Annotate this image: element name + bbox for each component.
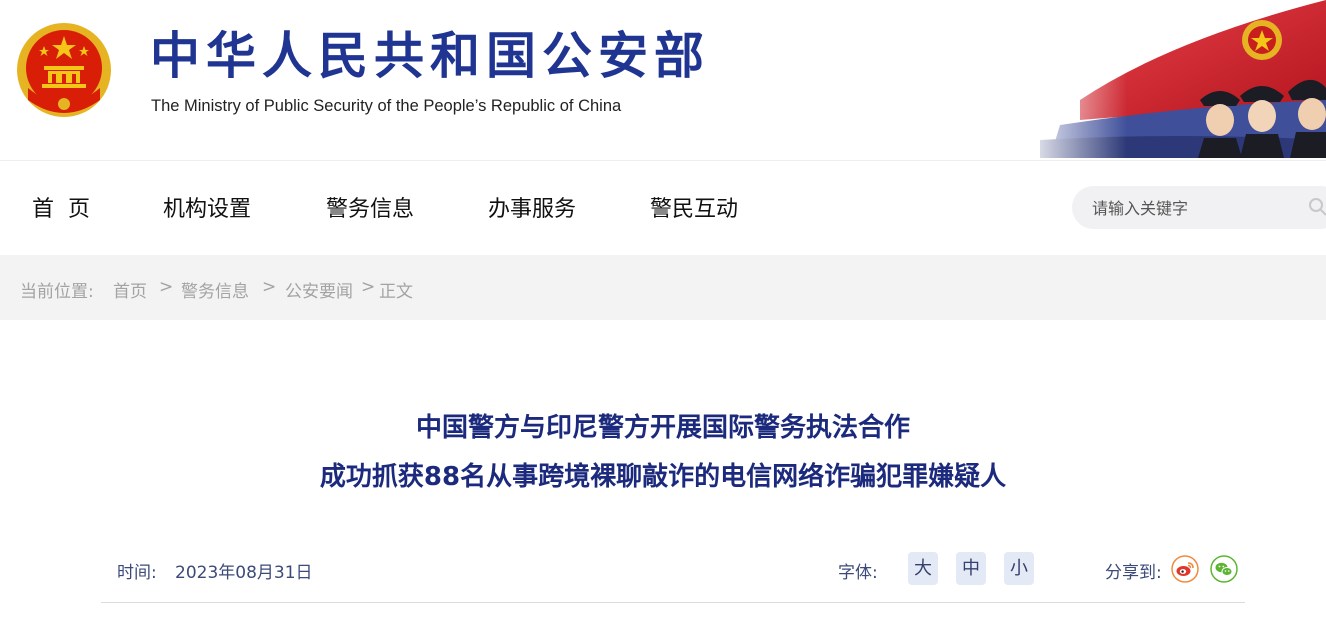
breadcrumb-current: 正文 bbox=[379, 282, 413, 302]
share-label: 分享到: bbox=[1105, 563, 1162, 583]
time-label: 时间: bbox=[117, 563, 157, 583]
article-title-line1: 中国警方与印尼警方开展国际警务执法合作 bbox=[415, 413, 910, 443]
search-icon[interactable] bbox=[1308, 197, 1326, 217]
breadcrumb-prefix: 当前位置: bbox=[20, 282, 94, 302]
publish-date: 2023年08月31日 bbox=[175, 563, 313, 583]
police-flag-banner-icon bbox=[1020, 0, 1326, 158]
site-header: 中华人民共和国公安部 The Ministry of Public Securi… bbox=[0, 0, 1326, 158]
font-size-large-button[interactable]: 大 bbox=[908, 552, 938, 585]
breadcrumb-home[interactable]: 首页 bbox=[113, 277, 147, 302]
nav-item-services[interactable]: 办事服务 bbox=[488, 191, 576, 223]
font-size-small-button[interactable]: 小 bbox=[1004, 552, 1034, 585]
main-nav: 首 页 机构设置 警务信息 办事服务 警民互动 bbox=[0, 160, 1326, 255]
nav-item-police-info[interactable]: 警务信息 bbox=[326, 191, 414, 223]
search-input[interactable] bbox=[1090, 196, 1294, 220]
weibo-icon[interactable] bbox=[1171, 555, 1199, 583]
breadcrumb-separator: > bbox=[361, 277, 376, 297]
search-box bbox=[1072, 186, 1326, 229]
nav-item-organization[interactable]: 机构设置 bbox=[163, 191, 251, 223]
breadcrumb: 当前位置: 首页 > 警务信息 > 公安要闻 > 正文 bbox=[0, 255, 1326, 320]
nav-item-home[interactable]: 首 页 bbox=[32, 191, 90, 223]
national-emblem-icon[interactable] bbox=[14, 18, 114, 122]
breadcrumb-police-info[interactable]: 警务信息 bbox=[181, 277, 249, 302]
nav-item-interaction[interactable]: 警民互动 bbox=[650, 191, 738, 223]
article-title-line2: 成功抓获88名从事跨境裸聊敲诈的电信网络诈骗犯罪嫌疑人 bbox=[319, 462, 1007, 492]
site-title-cn: 中华人民共和国公安部 bbox=[150, 27, 710, 85]
breadcrumb-separator: > bbox=[262, 277, 277, 297]
wechat-icon[interactable] bbox=[1210, 555, 1238, 583]
breadcrumb-separator: > bbox=[159, 277, 174, 297]
meta-divider bbox=[101, 602, 1245, 603]
font-size-label: 字体: bbox=[838, 563, 878, 583]
site-title-en: The Ministry of Public Security of the P… bbox=[151, 97, 622, 115]
font-size-medium-button[interactable]: 中 bbox=[956, 552, 986, 585]
breadcrumb-news[interactable]: 公安要闻 bbox=[285, 277, 353, 302]
